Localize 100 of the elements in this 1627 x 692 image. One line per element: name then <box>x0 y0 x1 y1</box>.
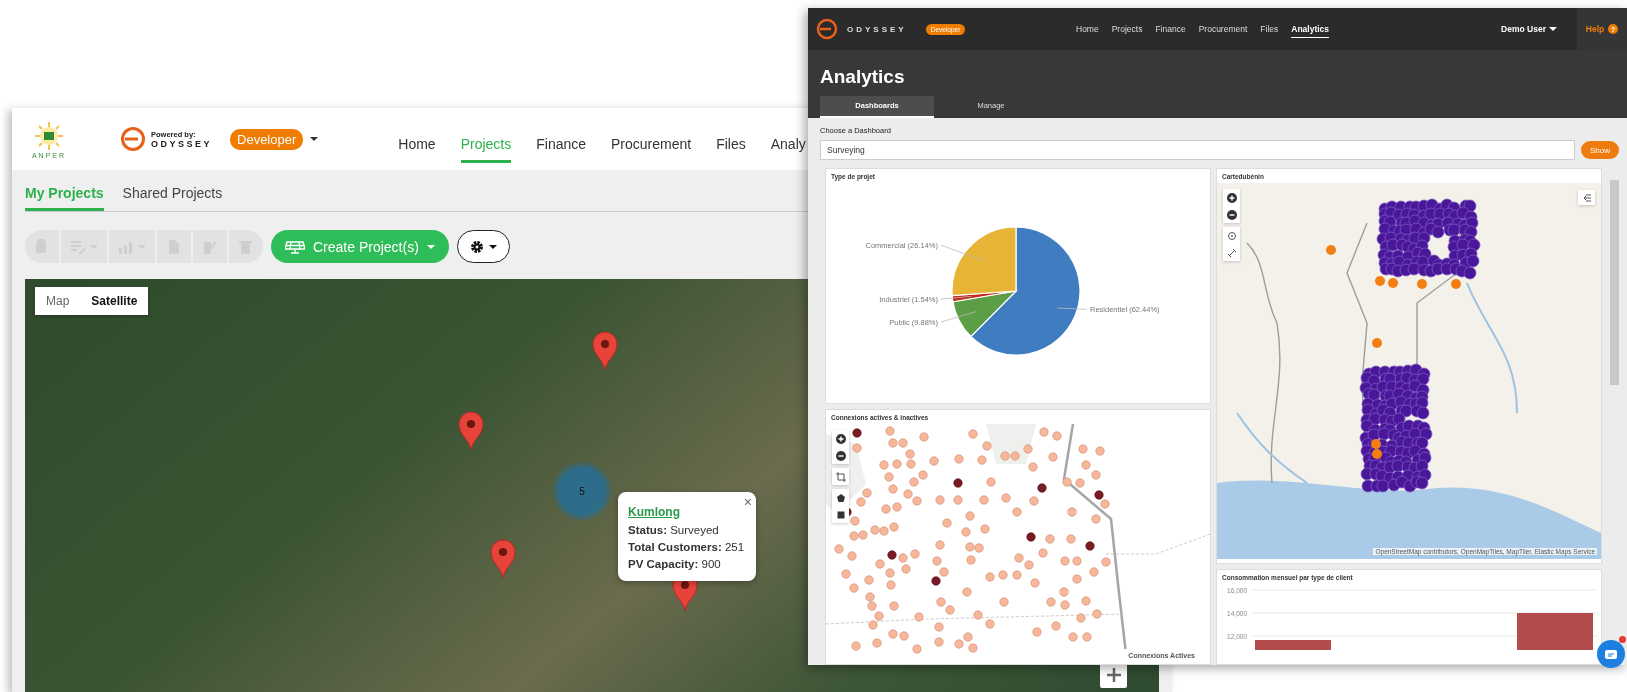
map-point <box>1060 600 1070 610</box>
nav-link[interactable]: Projects <box>1111 20 1143 38</box>
user-menu[interactable]: Demo User <box>1495 23 1563 35</box>
map-point <box>1059 587 1069 597</box>
settings-icon <box>469 239 484 254</box>
map-point <box>914 612 924 622</box>
map-point <box>1100 499 1110 509</box>
map-point <box>1028 462 1038 472</box>
map-point <box>889 522 899 532</box>
role-badge: Developer <box>230 128 304 150</box>
map-point <box>945 605 955 615</box>
target-icon <box>1226 230 1237 241</box>
map-point <box>963 632 973 642</box>
map-point <box>885 426 895 436</box>
map-point <box>1068 632 1078 642</box>
map-point <box>968 429 978 439</box>
map-point <box>1089 567 1099 577</box>
nav-link[interactable]: Analy <box>770 121 806 163</box>
map-point <box>965 511 975 521</box>
nav-link[interactable]: Home <box>398 121 436 163</box>
map-point <box>841 569 851 579</box>
leader-line <box>940 295 972 300</box>
chat-button[interactable] <box>1597 640 1625 668</box>
polygon-button[interactable] <box>832 489 849 506</box>
map-point <box>888 484 898 494</box>
map-point <box>834 544 844 554</box>
map-point <box>953 478 963 488</box>
zoom-in-icon <box>1226 192 1237 203</box>
nav-link[interactable]: Procurement <box>611 121 692 163</box>
nav-link[interactable]: Analytics <box>1291 20 1330 38</box>
nav-link[interactable]: Files <box>716 121 746 163</box>
caret-icon <box>310 137 319 141</box>
map-point <box>1101 557 1111 567</box>
locate-button[interactable] <box>1223 227 1240 244</box>
nav-link[interactable]: Files <box>1260 20 1279 38</box>
zoom-in-button[interactable] <box>832 430 849 447</box>
scrollbar[interactable] <box>1610 180 1619 385</box>
nav-link[interactable]: Procurement <box>1198 20 1248 38</box>
map-point <box>1012 570 1022 580</box>
map-point <box>965 542 975 552</box>
map-point <box>999 597 1009 607</box>
map-point <box>1060 556 1070 566</box>
tab[interactable]: Shared Projects <box>122 178 223 211</box>
map-point <box>973 610 983 620</box>
project-link[interactable]: Kumlong <box>628 505 680 519</box>
map-point <box>1051 621 1061 631</box>
map-point <box>974 543 984 553</box>
map-point <box>898 553 908 563</box>
map-point <box>998 570 1008 580</box>
dashboard-field[interactable]: Surveying <box>820 140 1575 160</box>
zoom-out-icon <box>835 450 846 461</box>
map-point <box>1046 597 1056 607</box>
caret-icon <box>1549 27 1557 31</box>
map-point <box>929 456 939 466</box>
map-type-button[interactable]: Satellite <box>80 287 149 315</box>
map-point <box>1085 541 1095 551</box>
map-point <box>1072 556 1082 566</box>
map-point <box>858 530 868 540</box>
map-point <box>1029 496 1039 506</box>
map-point <box>953 495 963 505</box>
map-type-button[interactable]: Map <box>35 287 81 315</box>
map-point <box>872 638 882 648</box>
map-point <box>879 460 889 470</box>
popup-field: Total Customers: 251 <box>628 539 750 556</box>
brand-name: ODYSSEY <box>847 24 907 34</box>
map-point <box>847 551 857 561</box>
rectangle-button[interactable] <box>832 506 849 523</box>
close-button[interactable]: × <box>743 494 752 510</box>
zoom-out-button[interactable] <box>832 447 849 464</box>
map-point <box>961 527 971 537</box>
caret-icon <box>426 244 435 249</box>
map-point <box>1039 427 1049 437</box>
map-point <box>912 644 922 654</box>
map-point <box>1066 534 1076 544</box>
map-point <box>892 502 902 512</box>
map-point <box>903 489 913 499</box>
map-point <box>879 526 889 536</box>
zoom-in-button[interactable] <box>1223 189 1240 206</box>
map-point <box>901 564 911 574</box>
map-point <box>1092 609 1102 619</box>
square-icon <box>835 509 846 520</box>
nav-link[interactable]: Finance <box>536 121 587 163</box>
zoom-out-button[interactable] <box>1223 206 1240 223</box>
settings-button[interactable] <box>456 230 510 263</box>
crop-button[interactable] <box>832 468 849 485</box>
map-point <box>849 583 859 593</box>
map-point <box>954 454 964 464</box>
map-point <box>1081 460 1091 470</box>
map-point <box>918 470 928 480</box>
map-point <box>852 428 862 438</box>
map-point <box>979 495 989 505</box>
map-point <box>852 443 862 453</box>
map-point <box>954 639 964 649</box>
map-point <box>874 611 884 621</box>
map-point <box>936 597 946 607</box>
measure-button[interactable] <box>1223 244 1240 261</box>
page-title: Analytics <box>820 66 906 88</box>
nav-link[interactable]: Finance <box>1155 20 1186 38</box>
map-pin-icon <box>458 411 484 451</box>
nav-link[interactable]: Home <box>1076 20 1099 38</box>
